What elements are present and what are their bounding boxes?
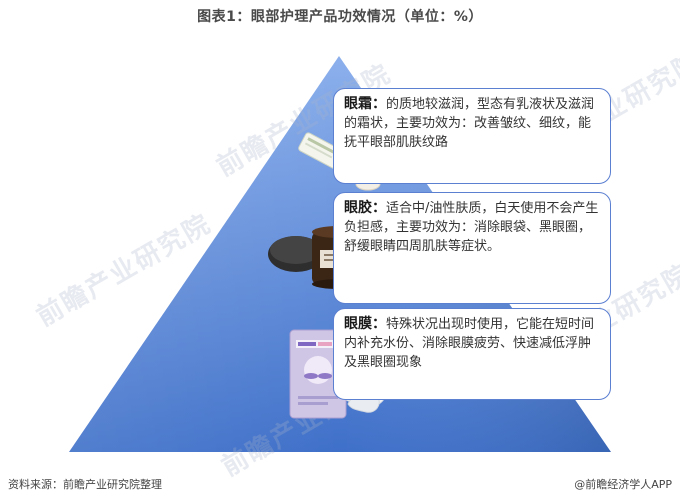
callout-label: 眼霜： bbox=[344, 96, 386, 112]
brand-credit: @前瞻经济学人APP bbox=[574, 478, 672, 491]
callout-eye-mask: 眼膜：特殊状况出现时使用，它能在短时间内补充水份、消除眼膜疲劳、快速减低浮肿及黑… bbox=[333, 308, 611, 400]
page: 图表1：眼部护理产品功效情况（单位：%） 前瞻产业研究院 前瞻产业研究院 前瞻产… bbox=[0, 0, 680, 499]
callout-eye-gel: 眼胶：适合中/油性肤质，白天使用不会产生负担感，主要功效为：消除眼袋、黑眼圈，舒… bbox=[333, 192, 611, 304]
callout-label: 眼胶： bbox=[344, 200, 386, 216]
callout-eye-cream: 眼霜：的质地较滋润，型态有乳液状及滋润的霜状，主要功效为：改善皱纹、细纹，能抚平… bbox=[333, 88, 611, 184]
source-note: 资料来源：前瞻产业研究院整理 bbox=[8, 478, 162, 491]
callout-label: 眼膜： bbox=[344, 316, 386, 332]
